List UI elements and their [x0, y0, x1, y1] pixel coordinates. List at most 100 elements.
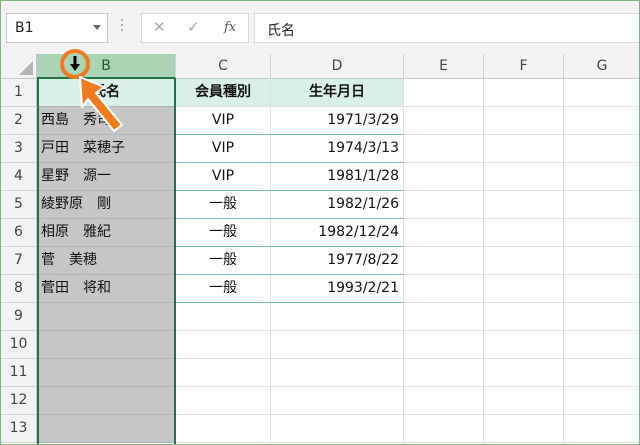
cell-c12[interactable] [176, 387, 271, 415]
cell-e12[interactable] [404, 387, 484, 415]
cell-e6[interactable] [404, 219, 484, 247]
cell-c3[interactable]: VIP [176, 135, 271, 163]
cell-b11[interactable] [37, 359, 176, 387]
insert-function-icon[interactable]: fx [224, 20, 236, 35]
select-all-button[interactable] [1, 54, 37, 79]
cell-g13[interactable] [564, 415, 639, 443]
cell-b12[interactable] [37, 387, 176, 415]
cell-f5[interactable] [484, 191, 564, 219]
cell-g8[interactable] [564, 275, 639, 303]
cell-e5[interactable] [404, 191, 484, 219]
column-header-e[interactable]: E [404, 54, 484, 79]
column-header-f[interactable]: F [484, 54, 564, 79]
cell-c9[interactable] [176, 303, 271, 331]
cell-d13[interactable] [271, 415, 404, 443]
cell-f1[interactable] [484, 79, 564, 107]
cell-f9[interactable] [484, 303, 564, 331]
name-box[interactable]: B1 [6, 13, 108, 43]
cell-e10[interactable] [404, 331, 484, 359]
cell-g10[interactable] [564, 331, 639, 359]
cell-b9[interactable] [37, 303, 176, 331]
cell-b4[interactable]: 星野 源一 [37, 163, 176, 191]
cell-g7[interactable] [564, 247, 639, 275]
cell-d8[interactable]: 1993/2/21 [271, 275, 404, 303]
row-header-5[interactable]: 5 [1, 191, 37, 219]
cell-f4[interactable] [484, 163, 564, 191]
cell-e11[interactable] [404, 359, 484, 387]
cell-b7[interactable]: 菅 美穂 [37, 247, 176, 275]
cell-d12[interactable] [271, 387, 404, 415]
cell-e4[interactable] [404, 163, 484, 191]
row-header-9[interactable]: 9 [1, 303, 37, 331]
cell-c1[interactable]: 会員種別 [176, 79, 271, 107]
row-header-12[interactable]: 12 [1, 387, 37, 415]
cell-c13[interactable] [176, 415, 271, 443]
cell-b3[interactable]: 戸田 菜穂子 [37, 135, 176, 163]
cell-e2[interactable] [404, 107, 484, 135]
cell-b8[interactable]: 菅田 将和 [37, 275, 176, 303]
cell-f11[interactable] [484, 359, 564, 387]
cell-g3[interactable] [564, 135, 639, 163]
cell-g4[interactable] [564, 163, 639, 191]
cell-e9[interactable] [404, 303, 484, 331]
drag-handle-icon[interactable] [121, 19, 124, 33]
cell-g12[interactable] [564, 387, 639, 415]
row-header-4[interactable]: 4 [1, 163, 37, 191]
cell-g1[interactable] [564, 79, 639, 107]
cell-d5[interactable]: 1982/1/26 [271, 191, 404, 219]
cell-d6[interactable]: 1982/12/24 [271, 219, 404, 247]
cell-f13[interactable] [484, 415, 564, 443]
cell-e1[interactable] [404, 79, 484, 107]
chevron-down-icon[interactable] [93, 25, 101, 30]
row-header-6[interactable]: 6 [1, 219, 37, 247]
cell-f2[interactable] [484, 107, 564, 135]
cell-e8[interactable] [404, 275, 484, 303]
cell-e7[interactable] [404, 247, 484, 275]
cell-f10[interactable] [484, 331, 564, 359]
enter-icon[interactable]: ✓ [187, 18, 200, 36]
cell-g2[interactable] [564, 107, 639, 135]
cell-c4[interactable]: VIP [176, 163, 271, 191]
row-header-3[interactable]: 3 [1, 135, 37, 163]
cell-f6[interactable] [484, 219, 564, 247]
cell-b6[interactable]: 相原 雅紀 [37, 219, 176, 247]
row-header-10[interactable]: 10 [1, 331, 37, 359]
cell-g6[interactable] [564, 219, 639, 247]
cell-c10[interactable] [176, 331, 271, 359]
row-header-1[interactable]: 1 [1, 79, 37, 107]
cell-d9[interactable] [271, 303, 404, 331]
cell-d2[interactable]: 1971/3/29 [271, 107, 404, 135]
column-header-d[interactable]: D [271, 54, 404, 79]
cell-c6[interactable]: 一般 [176, 219, 271, 247]
cell-b10[interactable] [37, 331, 176, 359]
cell-c2[interactable]: VIP [176, 107, 271, 135]
cell-e3[interactable] [404, 135, 484, 163]
cell-e13[interactable] [404, 415, 484, 443]
cell-g11[interactable] [564, 359, 639, 387]
cell-f7[interactable] [484, 247, 564, 275]
cell-b5[interactable]: 綾野原 剛 [37, 191, 176, 219]
row-header-2[interactable]: 2 [1, 107, 37, 135]
column-header-c[interactable]: C [176, 54, 271, 79]
cell-c11[interactable] [176, 359, 271, 387]
cell-b13[interactable] [37, 415, 176, 443]
cell-f3[interactable] [484, 135, 564, 163]
cell-d1[interactable]: 生年月日 [271, 79, 404, 107]
cell-c7[interactable]: 一般 [176, 247, 271, 275]
cell-d7[interactable]: 1977/8/22 [271, 247, 404, 275]
cell-d10[interactable] [271, 331, 404, 359]
row-header-7[interactable]: 7 [1, 247, 37, 275]
cell-g9[interactable] [564, 303, 639, 331]
cell-d3[interactable]: 1974/3/13 [271, 135, 404, 163]
formula-input[interactable]: 氏名 [254, 13, 639, 43]
cell-g5[interactable] [564, 191, 639, 219]
cell-d4[interactable]: 1981/1/28 [271, 163, 404, 191]
cell-f12[interactable] [484, 387, 564, 415]
row-header-8[interactable]: 8 [1, 275, 37, 303]
cell-c5[interactable]: 一般 [176, 191, 271, 219]
cell-d11[interactable] [271, 359, 404, 387]
cancel-icon[interactable]: ✕ [153, 18, 166, 36]
cell-c8[interactable]: 一般 [176, 275, 271, 303]
row-header-11[interactable]: 11 [1, 359, 37, 387]
column-header-g[interactable]: G [564, 54, 639, 79]
